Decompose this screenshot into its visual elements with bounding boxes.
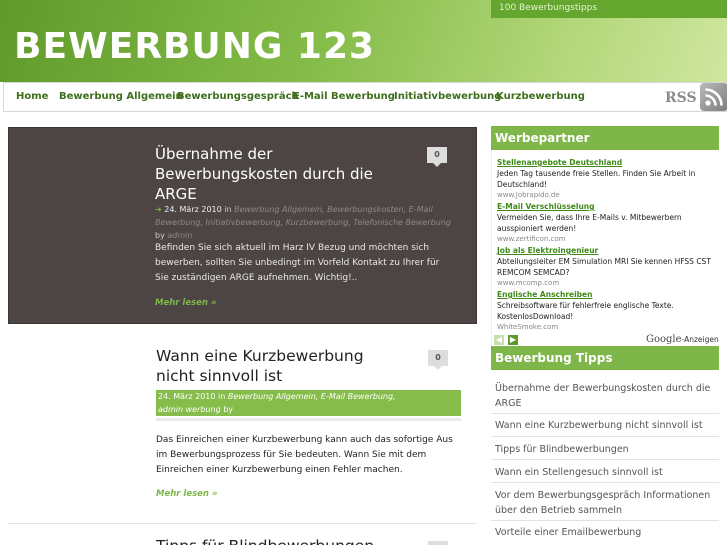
tip-link[interactable]: Übernahme der Bewerbungskosten durch die…	[495, 381, 720, 411]
ad-item[interactable]: Englische Anschreiben Schreibsoftware fü…	[497, 290, 719, 332]
widget-title-bewerbung-tipps: Bewerbung Tipps	[491, 346, 719, 370]
post-author[interactable]: admin	[156, 403, 186, 416]
ad-item[interactable]: Stellenangebote Deutschland Jeden Tag ta…	[497, 158, 719, 200]
tip-link[interactable]: Vor dem Bewerbungsgespräch Informationen…	[495, 488, 720, 518]
tip-link[interactable]: Wann eine Kurzbewerbung nicht sinnvoll i…	[495, 418, 720, 433]
nav-item-bewerbungsgespraech[interactable]: Bewerbungsgespräch	[177, 91, 299, 102]
nav-item-bewerbung-allgemein[interactable]: Bewerbung Allgemein	[59, 91, 183, 102]
comment-count-badge[interactable]: 0	[427, 147, 447, 167]
rss-label[interactable]: RSS	[665, 90, 697, 106]
meta-divider	[156, 418, 461, 421]
site-header: BEWERBUNG 123 100 Bewerbungstipps	[0, 0, 727, 82]
divider	[491, 459, 719, 460]
ad-item[interactable]: E-Mail Verschlüsselung Vermeiden Sie, da…	[497, 202, 719, 244]
main-navigation: Home Bewerbung Allgemein Bewerbungsgespr…	[3, 82, 727, 112]
tip-link[interactable]: Tipps für Blindbewerbungen	[495, 442, 720, 457]
tip-link[interactable]: Vorteile einer Emailbewerbung	[495, 525, 720, 540]
divider	[491, 413, 719, 414]
nav-item-email-bewerbung[interactable]: E-Mail Bewerbung	[293, 91, 395, 102]
post-excerpt: Das Einreichen einer Kurzbewerbung kann …	[156, 435, 453, 475]
post-title[interactable]: Übernahme der Bewerbungskosten durch die…	[155, 144, 373, 204]
comment-count-badge[interactable]: 0	[428, 350, 448, 370]
featured-post: Übernahme der Bewerbungskosten durch die…	[8, 127, 477, 324]
ad-item[interactable]: Job als Elektroingenieur Abteilungsleite…	[497, 246, 719, 288]
ads-prev-icon[interactable]: ◀	[494, 335, 504, 345]
divider	[491, 520, 719, 521]
nav-item-initiativbewerbung[interactable]: Initiativbewerbung	[394, 91, 501, 102]
read-more-link[interactable]: Mehr lesen »	[155, 298, 216, 308]
nav-item-kurzbewerbung[interactable]: Kurzbewerbung	[496, 91, 585, 102]
post-excerpt: Befinden Sie sich aktuell im Harz IV Bez…	[155, 243, 440, 283]
divider	[491, 436, 719, 437]
post-title[interactable]: Tipps für Blindbewerbungen	[156, 536, 374, 545]
site-tagline: 100 Bewerbungstipps	[491, 0, 727, 18]
post-date: 24. März 2010	[158, 392, 216, 401]
read-more-link[interactable]: Mehr lesen »	[156, 489, 217, 499]
post-title[interactable]: Wann eine Kurzbewerbung nicht sinnvoll i…	[156, 346, 406, 386]
google-ads-label[interactable]: Google-Anzeigen	[646, 334, 719, 345]
rss-feed-icon[interactable]	[700, 83, 727, 111]
meta-arrow-icon: ➜	[155, 205, 162, 214]
post-date: 24. März 2010	[164, 205, 222, 214]
tip-link[interactable]: Wann ein Stellengesuch sinnvoll ist	[495, 465, 720, 480]
post-meta: 24. März 2010 in Bewerbung Allgemein, E-…	[156, 390, 461, 416]
post-author[interactable]: admin	[167, 231, 192, 240]
post-meta: ➜ 24. März 2010 in Bewerbung Allgemein, …	[155, 205, 451, 240]
ads-box: Stellenangebote Deutschland Jeden Tag ta…	[491, 150, 719, 346]
comment-count-badge[interactable]: 0	[428, 541, 448, 545]
divider	[491, 482, 719, 483]
nav-item-home[interactable]: Home	[16, 91, 48, 102]
widget-title-werbepartner: Werbepartner	[491, 126, 719, 150]
ads-next-icon[interactable]: ▶	[508, 335, 518, 345]
post-divider	[8, 523, 477, 524]
site-title[interactable]: BEWERBUNG 123	[14, 26, 375, 67]
